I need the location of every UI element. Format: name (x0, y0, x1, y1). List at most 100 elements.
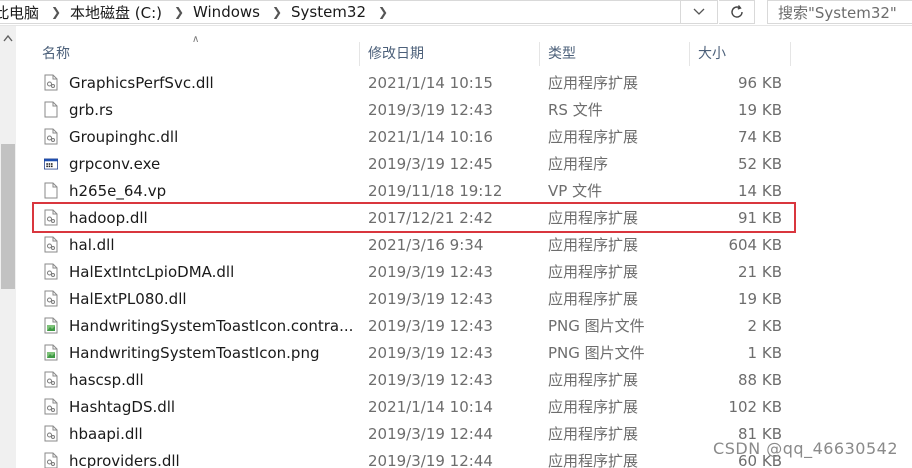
file-type: 应用程序扩展 (548, 209, 639, 227)
file-type: 应用程序扩展 (548, 452, 639, 468)
file-type: 应用程序扩展 (548, 371, 639, 389)
file-type: 应用程序扩展 (548, 398, 639, 416)
refresh-button[interactable] (719, 0, 755, 24)
table-row[interactable]: hbaapi.dll 2019/3/19 12:44 应用程序扩展 81 KB (34, 420, 794, 447)
table-row[interactable]: Groupinghc.dll 2021/1/14 10:16 应用程序扩展 74 KB (34, 123, 794, 150)
png-file-icon (34, 339, 58, 366)
file-modified-date: 2019/3/19 12:43 (368, 370, 493, 389)
file-type: VP 文件 (548, 182, 603, 200)
chevron-right-icon[interactable]: ❯ (269, 0, 285, 24)
file-size: 2 KB (747, 316, 782, 335)
table-row[interactable]: grpconv.exe 2019/3/19 12:45 应用程序 52 KB (34, 150, 794, 177)
table-row[interactable]: hascsp.dll 2019/3/19 12:43 应用程序扩展 88 KB (34, 366, 794, 393)
dll-file-icon (34, 366, 58, 393)
table-row[interactable]: hal.dll 2021/3/16 9:34 应用程序扩展 604 KB (34, 231, 794, 258)
file-size: 91 KB (738, 208, 782, 227)
file-type: 应用程序扩展 (548, 290, 639, 308)
address-bar: 此电脑 ❯ 本地磁盘 (C:) ❯ Windows ❯ System32 ❯ 搜… (0, 0, 912, 26)
dll-file-icon (34, 420, 58, 447)
file-size: 19 KB (738, 289, 782, 308)
table-row[interactable]: HandwritingSystemToastIcon.contra... 2019… (34, 312, 794, 339)
chevron-right-icon[interactable]: ❯ (375, 0, 391, 24)
file-name: HandwritingSystemToastIcon.contra... (69, 316, 354, 335)
file-list: GraphicsPerfSvc.dll 2021/1/14 10:15 应用程序扩展… (32, 69, 796, 468)
file-name: hbaapi.dll (69, 424, 143, 443)
file-size: 88 KB (738, 370, 782, 389)
file-name: hadoop.dll (69, 208, 148, 227)
blank-file-icon (34, 96, 58, 123)
file-name: HalExtIntcLpioDMA.dll (69, 262, 235, 281)
file-size: 604 KB (728, 235, 782, 254)
breadcrumb-item-windows[interactable]: Windows (193, 3, 269, 21)
table-row[interactable]: GraphicsPerfSvc.dll 2021/1/14 10:15 应用程序扩展… (34, 69, 794, 96)
file-name: HalExtPL080.dll (69, 289, 187, 308)
search-input[interactable]: 搜索"System32" (767, 0, 912, 24)
file-modified-date: 2019/11/18 19:12 (368, 181, 503, 200)
file-modified-date: 2019/3/19 12:43 (368, 262, 493, 281)
dll-file-icon (34, 123, 58, 150)
chevron-right-icon[interactable]: ❯ (48, 0, 64, 24)
file-modified-date: 2019/3/19 12:43 (368, 316, 493, 335)
file-modified-date: 2021/1/14 10:14 (368, 397, 493, 416)
file-type: 应用程序扩展 (548, 425, 639, 443)
exe-file-icon (34, 150, 58, 177)
png-file-icon (34, 312, 58, 339)
file-name: hal.dll (69, 235, 115, 254)
refresh-icon (730, 5, 743, 18)
file-modified-date: 2019/3/19 12:44 (368, 424, 493, 443)
file-type: RS 文件 (548, 101, 603, 119)
scroll-up-arrow-icon[interactable] (3, 34, 13, 42)
file-size: 52 KB (738, 154, 782, 173)
column-divider[interactable] (790, 42, 791, 66)
dll-file-icon (34, 447, 58, 468)
table-row[interactable]: HashtagDS.dll 2021/1/14 10:14 应用程序扩展 102 KB (34, 393, 794, 420)
file-modified-date: 2021/1/14 10:15 (368, 73, 493, 92)
table-row[interactable]: h265e_64.vp 2019/11/18 19:12 VP 文件 14 KB (34, 177, 794, 204)
chevron-down-icon (693, 8, 705, 15)
chevron-right-icon[interactable]: ❯ (171, 0, 187, 24)
watermark: CSDN @qq_46630542 (713, 439, 898, 458)
file-type: PNG 图片文件 (548, 344, 645, 362)
file-size: 1 KB (747, 343, 782, 362)
table-row[interactable]: HalExtPL080.dll 2019/3/19 12:43 应用程序扩展 19 K… (34, 285, 794, 312)
column-header-size[interactable]: 大小 (690, 40, 790, 66)
file-type: 应用程序扩展 (548, 236, 639, 254)
file-modified-date: 2019/3/19 12:43 (368, 100, 493, 119)
dll-file-icon (34, 204, 58, 231)
file-size: 21 KB (738, 262, 782, 281)
address-history-button[interactable] (681, 0, 718, 24)
column-header-type[interactable]: 类型 (540, 40, 690, 66)
file-name: hcproviders.dll (69, 451, 180, 468)
table-row[interactable]: HandwritingSystemToastIcon.png 2019/3/19 … (34, 339, 794, 366)
breadcrumb-item-system32[interactable]: System32 (291, 3, 375, 21)
navigation-pane-scrollbar[interactable] (0, 26, 16, 468)
table-row[interactable]: grb.rs 2019/3/19 12:43 RS 文件 19 KB (34, 96, 794, 123)
table-row[interactable]: hcproviders.dll 2019/3/19 12:44 应用程序扩展 60 K… (34, 447, 794, 468)
file-modified-date: 2021/3/16 9:34 (368, 235, 484, 254)
file-type: 应用程序扩展 (548, 74, 639, 92)
file-size: 14 KB (738, 181, 782, 200)
breadcrumb[interactable]: 此电脑 ❯ 本地磁盘 (C:) ❯ Windows ❯ System32 ❯ (0, 0, 681, 24)
table-row[interactable]: HalExtIntcLpioDMA.dll 2019/3/19 12:43 应用程序… (34, 258, 794, 285)
file-size: 102 KB (728, 397, 782, 416)
file-type: 应用程序扩展 (548, 263, 639, 281)
scrollbar-thumb[interactable] (1, 144, 15, 289)
breadcrumb-item-c-drive[interactable]: 本地磁盘 (C:) (70, 2, 171, 23)
file-size: 74 KB (738, 127, 782, 146)
dll-file-icon (34, 231, 58, 258)
column-header-date[interactable]: 修改日期 (360, 40, 540, 66)
table-row[interactable]: hadoop.dll 2017/12/21 2:42 应用程序扩展 91 KB (32, 202, 796, 233)
column-header-name[interactable]: 名称 (34, 40, 360, 66)
file-type: 应用程序 (548, 155, 609, 173)
file-name: GraphicsPerfSvc.dll (69, 73, 214, 92)
file-type: PNG 图片文件 (548, 317, 645, 335)
dll-file-icon (34, 393, 58, 420)
blank-file-icon (34, 177, 58, 204)
file-name: HashtagDS.dll (69, 397, 176, 416)
file-size: 19 KB (738, 100, 782, 119)
file-type: 应用程序扩展 (548, 128, 639, 146)
file-modified-date: 2019/3/19 12:44 (368, 451, 493, 468)
breadcrumb-item-this-pc[interactable]: 此电脑 (0, 2, 48, 23)
file-name: grpconv.exe (69, 154, 161, 173)
file-size: 96 KB (738, 73, 782, 92)
